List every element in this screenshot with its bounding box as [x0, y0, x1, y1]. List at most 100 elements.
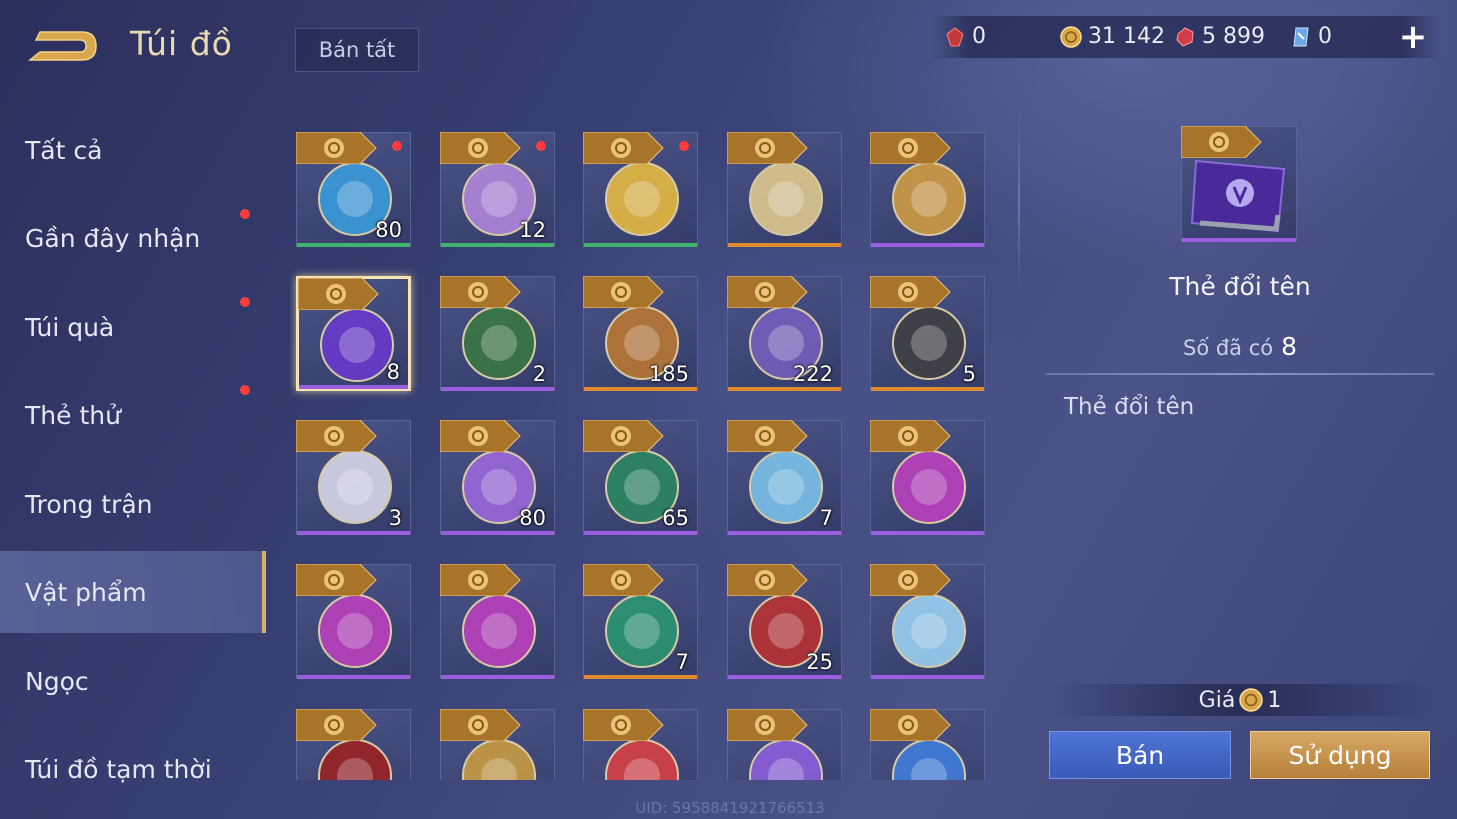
category-sidebar: Tất cả Gần đây nhận Túi quà Thẻ thử Tron…: [0, 100, 266, 819]
sidebar-item-label: Túi quà: [25, 312, 115, 342]
use-button[interactable]: Sử dụng: [1250, 731, 1430, 779]
inventory-item[interactable]: [870, 564, 985, 679]
sidebar-item-label: Gần đây nhận: [25, 223, 201, 253]
sell-button[interactable]: Bán: [1049, 731, 1231, 779]
coin-tag-icon: [727, 420, 808, 452]
inventory-item[interactable]: 80: [440, 420, 555, 535]
coin-tag-icon: [727, 564, 808, 596]
inventory-item[interactable]: [440, 709, 555, 780]
coin-tag-icon: [440, 132, 521, 164]
gold-coin-icon: [1060, 25, 1082, 48]
notification-dot: [392, 141, 402, 151]
coin-tag-icon: [440, 420, 521, 452]
currency-red-gem: 0: [944, 24, 986, 49]
coin-tag-icon: [296, 709, 377, 741]
sidebar-item-recent[interactable]: Gần đây nhận: [0, 197, 266, 279]
inventory-item[interactable]: [727, 709, 842, 780]
star-ticket-icon: [749, 162, 823, 236]
back-arrow-icon: [27, 31, 97, 61]
inventory-item[interactable]: 25: [727, 564, 842, 679]
rarity-bar: [584, 243, 697, 247]
page-title: Túi đồ: [130, 24, 233, 63]
golden-hammer-icon: [892, 162, 966, 236]
rarity-bar: [871, 531, 984, 535]
rarity-bar: [297, 531, 410, 535]
sidebar-item-trial-card[interactable]: Thẻ thử: [0, 374, 266, 456]
rarity-bar: [441, 531, 554, 535]
rarity-bar: [441, 243, 554, 247]
coin-tag-icon: [583, 132, 664, 164]
item-count: 80: [519, 506, 546, 530]
ruby-icon: [1176, 26, 1194, 47]
item-count: 80: [375, 218, 402, 242]
inventory-item[interactable]: 5: [870, 276, 985, 391]
item-count: 222: [792, 362, 833, 386]
inventory-item[interactable]: 185: [583, 276, 698, 391]
notification-dot: [240, 385, 250, 395]
inventory-item[interactable]: [440, 564, 555, 679]
item-count: 7: [675, 650, 689, 674]
coin-tag-icon: [440, 276, 521, 308]
item-grid: 80 12 8 2 185 222 5 3 80 65 7 7 25: [290, 122, 1000, 780]
rarity-bar: [871, 675, 984, 679]
inventory-item[interactable]: [870, 709, 985, 780]
sidebar-item-temp-bag[interactable]: Túi đồ tạm thời: [0, 728, 266, 810]
item-count: 5: [962, 362, 976, 386]
add-currency-button[interactable]: +: [1398, 20, 1428, 54]
coin-tag-icon: [727, 132, 808, 164]
coin-tag-icon: [440, 709, 521, 741]
currency-value: 0: [1318, 24, 1332, 49]
rarity-bar: [584, 387, 697, 391]
coin-tag-icon: [870, 276, 951, 308]
sidebar-item-label: Túi đồ tạm thời: [25, 754, 212, 784]
price-label: Giá: [1198, 687, 1236, 713]
inventory-item[interactable]: [583, 132, 698, 247]
selected-item-name: Thẻ đổi tên: [1169, 272, 1311, 301]
notification-dot: [240, 209, 250, 219]
sidebar-item-gems[interactable]: Ngọc: [0, 640, 266, 722]
coin-tag-icon: [583, 420, 664, 452]
inventory-item[interactable]: 12: [440, 132, 555, 247]
inventory-item[interactable]: [870, 420, 985, 535]
inventory-item[interactable]: 7: [583, 564, 698, 679]
inventory-item[interactable]: [727, 132, 842, 247]
inventory-item[interactable]: [296, 564, 411, 679]
price-row: Giá 1: [1046, 684, 1434, 716]
inventory-item[interactable]: [583, 709, 698, 780]
f3-badge-icon: [892, 450, 966, 524]
inventory-item[interactable]: 8: [296, 276, 411, 391]
inventory-item[interactable]: 222: [727, 276, 842, 391]
coin-tag-icon: [440, 564, 521, 596]
inventory-item[interactable]: 65: [583, 420, 698, 535]
currency-gold: 31 142: [1060, 24, 1165, 49]
inventory-item[interactable]: [296, 709, 411, 780]
item-count: 12: [519, 218, 546, 242]
f2-badge-icon: [318, 594, 392, 668]
inventory-item[interactable]: [870, 132, 985, 247]
sell-all-button[interactable]: Bán tất: [295, 28, 419, 72]
sidebar-item-label: Tất cả: [25, 135, 103, 165]
inventory-item[interactable]: 3: [296, 420, 411, 535]
coin-tag-icon: [296, 132, 377, 164]
inventory-item[interactable]: 80: [296, 132, 411, 247]
currency-value: 5 899: [1202, 24, 1265, 49]
sidebar-item-in-match[interactable]: Trong trận: [0, 463, 266, 545]
item-description: Thẻ đổi tên: [1064, 394, 1195, 420]
ice-star-icon: [892, 594, 966, 668]
coin-tag-icon: [870, 420, 951, 452]
back-button[interactable]: [26, 24, 100, 68]
item-count: 7: [819, 506, 833, 530]
coin-tag-icon: [870, 709, 951, 741]
inventory-item[interactable]: 7: [727, 420, 842, 535]
coin-tag-icon: [727, 276, 808, 308]
sidebar-item-items[interactable]: Vật phẩm: [0, 551, 266, 633]
rarity-bar: [728, 387, 841, 391]
currency-blue-card: 0: [1290, 24, 1332, 49]
coin-tag-icon: [583, 276, 664, 308]
currency-value: 31 142: [1088, 24, 1165, 49]
sidebar-item-gift-bag[interactable]: Túi quà: [0, 286, 266, 368]
red-gem-icon: [946, 26, 964, 46]
sidebar-item-all[interactable]: Tất cả: [0, 109, 266, 191]
rarity-bar: [728, 243, 841, 247]
inventory-item[interactable]: 2: [440, 276, 555, 391]
